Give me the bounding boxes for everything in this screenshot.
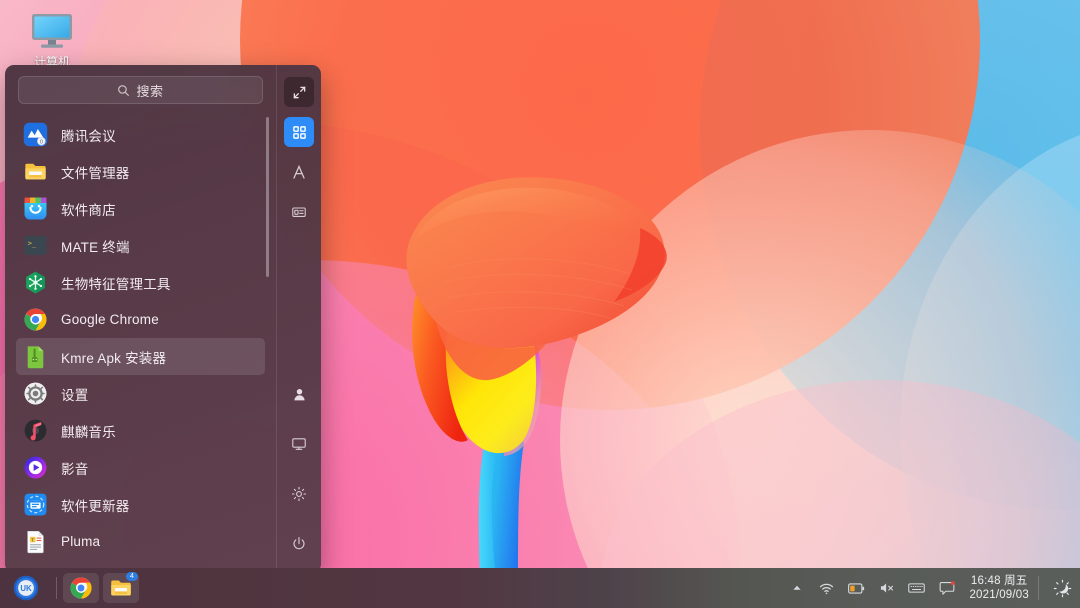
app-item-software-updater[interactable]: 软件更新器: [16, 486, 265, 523]
settings-gear-icon: [23, 381, 48, 406]
app-item-label: 麒麟音乐: [61, 421, 116, 441]
app-list-scrollbar[interactable]: [266, 117, 269, 277]
svg-text:>_: >_: [28, 239, 37, 248]
computer-display-icon[interactable]: [284, 429, 314, 459]
computer-monitor-icon: [14, 8, 90, 54]
app-item-media-player[interactable]: 影音: [16, 449, 265, 486]
kylin-music-icon: [23, 418, 48, 443]
taskbar-files-badge: 4: [126, 572, 138, 581]
terminal-icon: >_: [23, 233, 48, 258]
taskbar-chrome[interactable]: [63, 573, 99, 603]
brightness-theme-icon[interactable]: [1048, 574, 1076, 602]
app-item-label: 设置: [61, 384, 88, 404]
app-item-pluma[interactable]: T Pluma: [16, 523, 265, 560]
tray-keyboard-icon[interactable]: [908, 580, 925, 597]
tencent-meeting-icon: 0: [23, 122, 48, 147]
expand-fullscreen-icon[interactable]: [284, 77, 314, 107]
letter-sort-icon[interactable]: [284, 157, 314, 187]
search-input[interactable]: 搜索: [18, 76, 263, 104]
system-tray: [788, 580, 955, 597]
start-menu-panel: 搜索 0 腾讯会议: [5, 65, 321, 573]
chrome-icon: [23, 307, 48, 332]
app-item-file-manager[interactable]: 文件管理器: [16, 153, 265, 190]
software-store-icon: [23, 196, 48, 221]
app-item-biometrics[interactable]: 生物特征管理工具: [16, 264, 265, 301]
clock-time: 16:48 周五: [969, 574, 1029, 588]
svg-text:0: 0: [40, 139, 43, 145]
app-item-label: Google Chrome: [61, 312, 159, 327]
svg-text:UK: UK: [20, 584, 32, 593]
desktop-screen: 计算机 搜索: [0, 0, 1080, 608]
app-item-software-store[interactable]: 软件商店: [16, 190, 265, 227]
user-avatar-icon[interactable]: [284, 379, 314, 409]
start-menu-main: 搜索 0 腾讯会议: [5, 65, 276, 573]
software-updater-icon: [23, 492, 48, 517]
pluma-text-editor-icon: T: [23, 529, 48, 554]
app-item-label: Kmre Apk 安装器: [61, 347, 166, 367]
app-item-mate-terminal[interactable]: >_ MATE 终端: [16, 227, 265, 264]
power-icon[interactable]: [284, 529, 314, 559]
calla-lily-illustration: [378, 150, 738, 580]
taskbar-clock[interactable]: 16:48 周五 2021/09/03: [969, 574, 1029, 602]
search-placeholder: 搜索: [136, 81, 163, 100]
taskbar: UK 4: [0, 568, 1080, 608]
grid-view-icon[interactable]: [284, 117, 314, 147]
app-item-google-chrome[interactable]: Google Chrome: [16, 301, 265, 338]
file-manager-icon: [23, 159, 48, 184]
taskbar-divider: [1038, 576, 1039, 600]
start-menu-sidebar: [276, 65, 321, 573]
app-item-label: 软件更新器: [61, 495, 130, 515]
application-list: 0 腾讯会议 文件管理器: [5, 113, 276, 573]
app-item-label: 腾讯会议: [61, 125, 116, 145]
app-item-kmre-apk-installer[interactable]: Kmre Apk 安装器: [16, 338, 265, 375]
start-button[interactable]: UK: [0, 568, 52, 608]
app-item-tencent-meeting[interactable]: 0 腾讯会议: [16, 116, 265, 153]
settings-gear-icon[interactable]: [284, 479, 314, 509]
app-item-kylin-music[interactable]: 麒麟音乐: [16, 412, 265, 449]
list-view-icon[interactable]: [284, 197, 314, 227]
app-item-label: MATE 终端: [61, 236, 130, 256]
app-item-label: 软件商店: [61, 199, 116, 219]
desktop-icon-computer[interactable]: 计算机: [14, 8, 90, 69]
app-item-label: 生物特征管理工具: [61, 273, 171, 293]
tray-volume-muted-icon[interactable]: [878, 580, 895, 597]
app-item-label: Pluma: [61, 534, 100, 549]
tray-battery-icon[interactable]: [848, 580, 865, 597]
clock-date: 2021/09/03: [969, 588, 1029, 602]
taskbar-files[interactable]: 4: [103, 573, 139, 603]
biometrics-icon: [23, 270, 48, 295]
app-item-label: 文件管理器: [61, 162, 130, 182]
tray-expand-arrow-icon[interactable]: [788, 580, 805, 597]
app-item-settings[interactable]: 设置: [16, 375, 265, 412]
search-icon: [117, 84, 130, 97]
media-player-icon: [23, 455, 48, 480]
taskbar-separator: [56, 577, 57, 599]
tray-message-icon[interactable]: [938, 580, 955, 597]
tray-wifi-icon[interactable]: [818, 580, 835, 597]
kmre-apk-installer-icon: [23, 344, 48, 369]
app-item-label: 影音: [61, 458, 88, 478]
